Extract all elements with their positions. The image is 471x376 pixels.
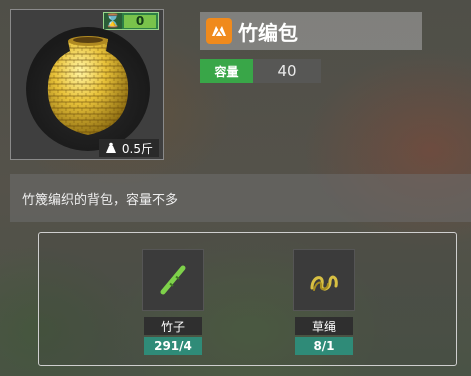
material-name: 竹子	[144, 317, 202, 335]
capacity-row: 容量 40	[200, 59, 321, 83]
weight-box: 0.5斤	[98, 139, 159, 157]
description-box: 竹篾编织的背包，容量不多	[10, 174, 471, 222]
material-bamboo[interactable]: 竹子 291/4	[140, 249, 206, 355]
bamboo-basket-icon	[26, 27, 150, 151]
materials-panel: 竹子 291/4 草绳 8/1	[38, 232, 457, 366]
item-image-card: ⌛ 0 0.5斤	[10, 9, 164, 160]
item-title-bar: 竹编包	[200, 12, 422, 50]
capacity-label: 容量	[200, 59, 253, 83]
material-name: 草绳	[295, 317, 353, 335]
backpack-icon	[206, 18, 232, 44]
item-description: 竹篾编织的背包，容量不多	[22, 192, 179, 208]
item-title: 竹编包	[238, 20, 298, 45]
bamboo-icon	[142, 249, 204, 311]
grass-rope-icon	[293, 249, 355, 311]
material-count: 291/4	[144, 337, 202, 355]
weight-icon	[105, 142, 116, 153]
capacity-value: 40	[253, 59, 321, 83]
weight-value: 0.5斤	[121, 141, 153, 156]
material-grass-rope[interactable]: 草绳 8/1	[291, 249, 357, 355]
material-count: 8/1	[295, 337, 353, 355]
